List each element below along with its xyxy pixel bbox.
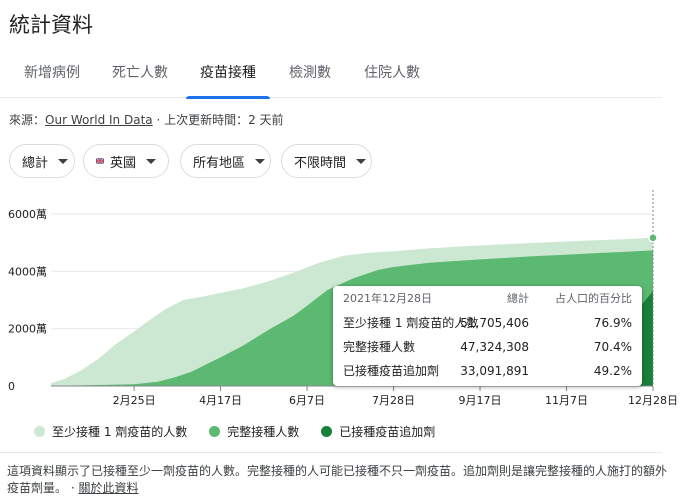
legend-item-first-dose[interactable]: 至少接種 1 劑疫苗的人數 [34,423,187,440]
region-dropdown[interactable]: 所有地區 [180,144,271,178]
x-tick-label: 11月7日 [545,394,588,407]
tooltip-row: 已接種疫苗追加劑 33,091,891 49.2% [343,361,632,381]
measure-value: 總計 [22,155,49,171]
x-tick-label: 4月17日 [199,394,242,407]
tooltip-row-pct: 49.2% [593,364,632,378]
legend-label: 完整接種人數 [227,425,300,439]
x-tick-label: 9月17日 [459,394,502,407]
legend-label: 至少接種 1 劑疫苗的人數 [52,425,188,439]
page-title: 統計資料 [9,13,93,37]
time-range-value: 不限時間 [294,155,347,171]
y-tick-label: 0 [8,380,15,393]
tab-deaths[interactable]: 死亡人數 [98,52,182,98]
source-prefix: 來源： [9,113,46,127]
country-dropdown[interactable]: 英國 [83,144,169,178]
tooltip-row: 至少接種 1 劑疫苗的人數 51,705,406 76.9% [343,313,632,333]
tooltip-row: 完整接種人數 47,324,308 70.4% [343,337,632,357]
legend-swatch [209,426,221,437]
tab-tests[interactable]: 檢測數 [274,52,346,98]
hover-point [648,233,658,243]
tooltip-col-pct: 占人口的百分比 [555,292,632,305]
time-range-dropdown[interactable]: 不限時間 [281,144,372,178]
source-separator: · [152,113,165,127]
divider [0,452,662,453]
legend-swatch [321,426,333,437]
uk-flag-icon [96,157,104,165]
tooltip-row-label: 已接種疫苗追加劑 [343,364,440,378]
caret-down-icon [356,158,367,164]
tooltip-row-total: 47,324,308 [460,340,529,354]
tab-bar: 新增病例 死亡人數 疫苗接種 檢測數 住院人數 [0,52,662,99]
tooltip-row-total: 51,705,406 [460,316,529,330]
caret-down-icon [58,158,69,164]
note-separator: · [67,481,79,495]
data-note: 這項資料顯示了已接種至少一劑疫苗的人數。完整接種的人可能已接種不只一劑疫苗。追加… [7,463,667,497]
tab-hospitalizations[interactable]: 住院人數 [350,52,434,98]
y-tick-label: 4000萬 [8,265,47,278]
tooltip-row-pct: 76.9% [593,316,632,330]
legend-swatch [34,426,45,437]
chart-legend: 至少接種 1 劑疫苗的人數 完整接種人數 已接種疫苗追加劑 [34,423,457,440]
chart-tooltip: 2021年12月28日 總計 占人口的百分比 至少接種 1 劑疫苗的人數 51,… [333,286,642,386]
last-updated: 上次更新時間：2 天前 [164,113,284,127]
source-line: 來源：Our World In Data · 上次更新時間：2 天前 [9,111,284,128]
legend-item-fully-vaccinated[interactable]: 完整接種人數 [209,423,299,440]
x-tick-label: 7月28日 [372,394,415,407]
tooltip-row-pct: 70.4% [593,340,632,354]
about-data-link[interactable]: 關於此資料 [78,481,138,495]
x-tick-label: 6月7日 [289,394,325,407]
tooltip-row-label: 至少接種 1 劑疫苗的人數 [343,316,479,330]
country-value: 英國 [109,155,136,171]
tooltip-date: 2021年12月28日 [343,292,432,305]
tooltip-row-label: 完整接種人數 [343,340,416,354]
y-tick-label: 6000萬 [8,208,47,221]
region-value: 所有地區 [193,155,246,171]
tooltip-header: 2021年12月28日 總計 占人口的百分比 [343,289,632,309]
source-link[interactable]: Our World In Data [45,113,153,127]
caret-down-icon [146,158,156,164]
legend-item-booster[interactable]: 已接種疫苗追加劑 [321,423,435,440]
caret-down-icon [255,158,266,164]
measure-dropdown[interactable]: 總計 [9,144,75,178]
x-tick-label: 12月28日 [628,394,678,407]
y-tick-label: 2000萬 [8,323,47,336]
legend-label: 已接種疫苗追加劑 [339,425,436,439]
tooltip-row-total: 33,091,891 [460,364,529,378]
x-tick-label: 2月25日 [113,394,156,407]
tab-new-cases[interactable]: 新增病例 [10,52,94,98]
tooltip-col-total: 總計 [507,292,529,305]
tab-vaccinations[interactable]: 疫苗接種 [186,52,270,99]
